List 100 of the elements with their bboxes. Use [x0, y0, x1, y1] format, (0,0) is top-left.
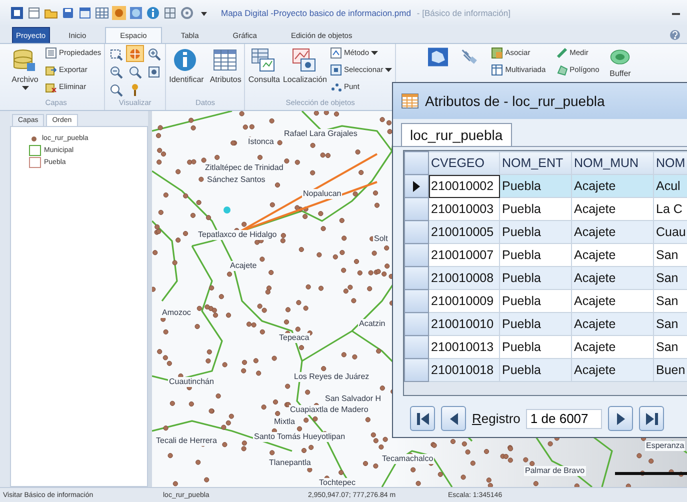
table-cell: Puebla — [500, 174, 572, 198]
export-icon — [45, 64, 57, 76]
zoom-layer-icon — [109, 82, 124, 96]
place-label: Sánchez Santos — [206, 175, 266, 185]
table-cell: San — [654, 244, 687, 266]
caret-icon — [371, 50, 378, 54]
select-icon — [330, 64, 342, 76]
table-cell: Acajete — [572, 266, 654, 290]
pan-icon — [128, 46, 142, 60]
table-cell: Puebla — [500, 266, 572, 290]
place-label: Tepatlaxco de Hidalgo — [197, 230, 278, 240]
map-icon — [427, 47, 450, 67]
delete-icon — [45, 80, 57, 92]
table-icon[interactable] — [95, 6, 109, 20]
zoom-box-icon — [109, 46, 124, 60]
place-label: Rafael Lara Grajales — [283, 129, 358, 139]
table-cell: Puebla — [500, 312, 572, 336]
table-cell: 210010018 — [428, 358, 500, 382]
column-header[interactable]: CVEGEO — [428, 152, 500, 174]
caret-icon — [385, 68, 392, 72]
place-label: Tlanepantla — [268, 458, 312, 468]
table-cell: Acajete — [572, 312, 654, 336]
help-icon[interactable] — [669, 28, 681, 40]
points-icon — [330, 80, 342, 92]
table-cell: La C — [654, 198, 687, 220]
window-subtitle: - [Básico de información] — [416, 8, 510, 18]
record-label: Registro — [472, 411, 520, 426]
row-header[interactable] — [404, 174, 428, 198]
ruler-icon — [556, 46, 568, 58]
zoom-in-icon — [147, 46, 162, 60]
table-cell: Acajete — [572, 290, 654, 312]
place-label: Amozoc — [161, 308, 192, 318]
table-button[interactable]: Atributos — [208, 45, 242, 86]
info-button[interactable]: Identificar — [168, 45, 205, 86]
polygon-icon — [556, 64, 568, 76]
table-cell: 210010013 — [428, 336, 500, 358]
column-header[interactable]: NOM — [654, 152, 687, 174]
table-cell: Puebla — [500, 244, 572, 266]
place-label: Los Reyes de Juárez — [293, 372, 370, 382]
column-header[interactable]: NOM_MUN — [572, 152, 654, 174]
table-cell: San — [654, 312, 687, 336]
associate-icon — [491, 46, 504, 58]
document-icon[interactable] — [27, 6, 41, 20]
previous-record-button[interactable] — [441, 406, 466, 431]
properties-icon — [45, 46, 57, 58]
table-cell: Buen — [654, 358, 687, 382]
place-label: Zitlaltépec de Trinidad — [204, 163, 284, 173]
query-table-button[interactable]: Consulta — [247, 45, 281, 86]
place-label: Tepeaca — [278, 333, 310, 343]
buffer-button[interactable]: Buffer — [608, 45, 632, 80]
pan-icon[interactable] — [112, 6, 126, 20]
table-cell: Acajete — [572, 244, 654, 266]
first-record-button[interactable] — [410, 406, 435, 431]
place-label: Santo Tomás Hueyotlipan — [253, 432, 346, 442]
place-label: Acajete — [229, 261, 258, 271]
scale-bar — [615, 472, 687, 475]
grid-icon[interactable] — [163, 6, 177, 20]
table-cell: Acajete — [572, 220, 654, 244]
place-label: Cuautinchán — [168, 377, 215, 387]
table-cell: Acajete — [572, 358, 654, 382]
place-label: Tecamachalco — [381, 454, 434, 464]
zoom-out-icon — [109, 64, 124, 78]
place-label: Nopalucan — [302, 189, 342, 199]
window-title: Mapa Digital -Proyecto basico de informacion.pmd — [221, 8, 411, 18]
table-cell: Acajete — [572, 174, 654, 198]
table-tab[interactable]: loc_rur_puebla — [401, 123, 512, 146]
record-field[interactable]: 1 de 6007 — [526, 408, 602, 428]
info-icon[interactable] — [146, 6, 160, 20]
map-tool[interactable] — [426, 45, 450, 69]
buffer-icon — [609, 47, 632, 67]
table-cell: 210010003 — [428, 198, 500, 220]
table-cell: 210010010 — [428, 312, 500, 336]
table-cell: Acajete — [572, 336, 654, 358]
caret-icon — [22, 86, 28, 90]
table-cell: 210010009 — [428, 290, 500, 312]
table-cell: 210010007 — [428, 244, 500, 266]
multivariate-icon — [491, 64, 504, 76]
place-label: Esperanza — [645, 441, 686, 451]
column-header[interactable]: NOM_ENT — [500, 152, 572, 174]
table-cell: 210010005 — [428, 220, 500, 244]
table-cell: San — [654, 266, 687, 290]
last-record-button[interactable] — [639, 406, 664, 431]
place-label: San Salvador H — [324, 394, 382, 404]
place-label: Acatzin — [358, 319, 386, 329]
next-record-button[interactable] — [608, 406, 634, 431]
pan-tool[interactable] — [126, 45, 144, 62]
window-icon[interactable] — [78, 6, 92, 20]
table-cell: 210010008 — [428, 266, 500, 290]
app-logo-icon[interactable] — [10, 6, 24, 20]
place-label: Tecali de Herrera — [155, 436, 218, 446]
method-icon — [330, 46, 342, 58]
table-cell: 210010002 — [428, 174, 500, 198]
table-icon — [401, 93, 419, 109]
table-cell: Acul — [654, 174, 687, 198]
table-cell: Puebla — [500, 220, 572, 244]
table-cell: San — [654, 336, 687, 358]
table-cell: Puebla — [500, 336, 572, 358]
save-icon[interactable] — [61, 6, 75, 20]
location-map-button[interactable]: Localización — [282, 45, 328, 86]
database-button[interactable]: Archivo — [10, 45, 40, 92]
